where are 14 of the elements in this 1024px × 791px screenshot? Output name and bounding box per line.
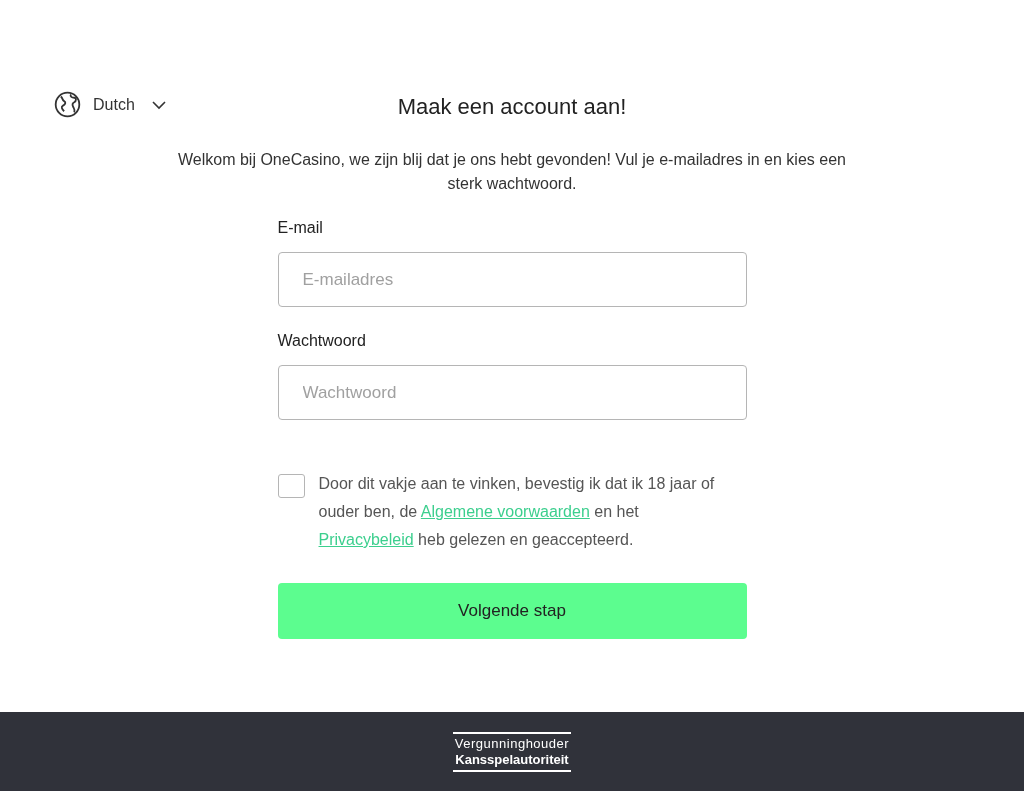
next-step-button[interactable]: Volgende stap — [277, 583, 747, 639]
badge-text: Kansspelautoriteit — [455, 751, 569, 768]
intro-text: Welkom bij OneCasino, we zijn blij dat je ons hebt gevonden! Vul je e-mailadres in en kies een sterk wachtwoord. — [177, 150, 847, 194]
consent-text: Door dit vakje aan te vinken, bevestig ik dat ik 18 jaar of ouder ben, de Algemene voorwaarden en het Privacybeleid heb gelezen en geaccepteerd. — [318, 474, 716, 550]
input-field[interactable]: Wachtwoord — [277, 365, 747, 420]
page-title: Maak een account aan! — [397, 93, 627, 121]
badge-text: Vergunninghouder — [454, 735, 570, 752]
field-label: Wachtwoord — [277, 331, 367, 351]
input-field[interactable]: E-mailadres — [277, 252, 747, 307]
field-label: E-mail — [277, 218, 324, 238]
language-selector[interactable]: Dutch — [54, 91, 167, 118]
chevron-down-icon — [150, 99, 167, 110]
globe-icon — [54, 91, 81, 118]
consent-checkbox[interactable] — [277, 474, 305, 498]
